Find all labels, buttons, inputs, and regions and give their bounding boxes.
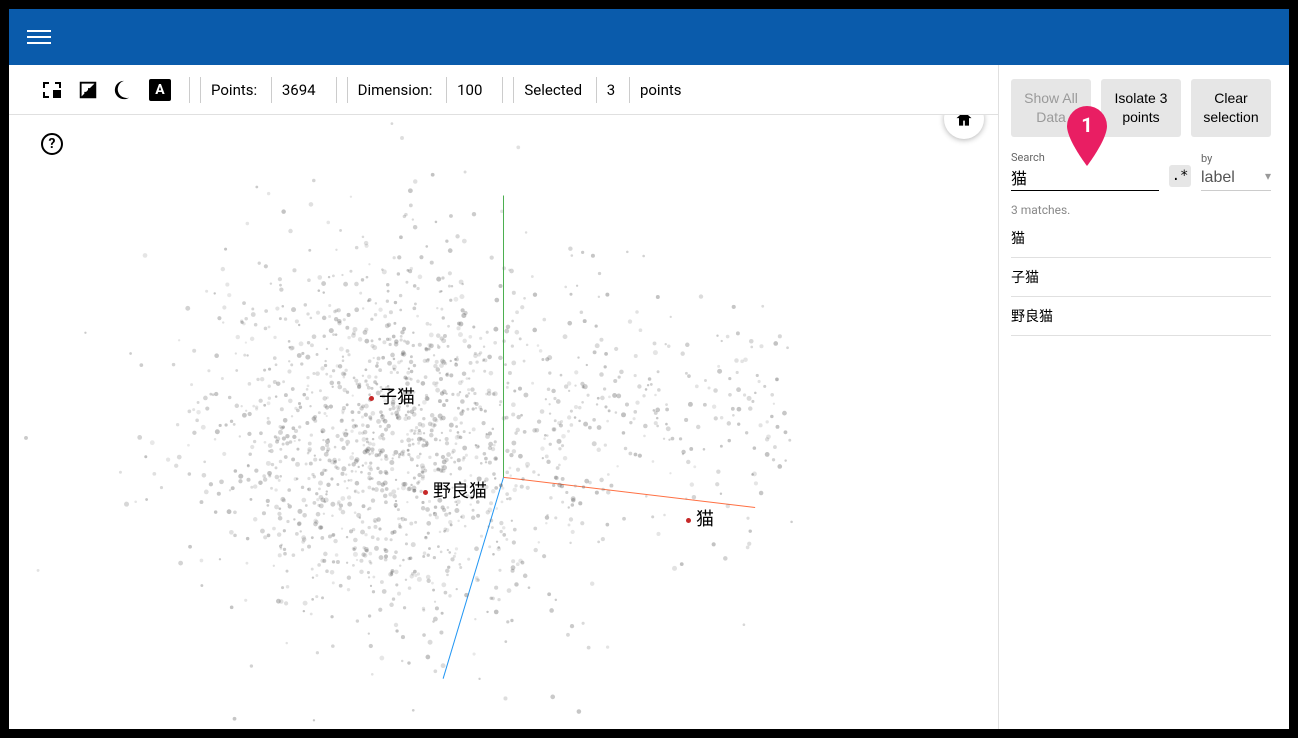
search-result-item[interactable]: 子猫 xyxy=(1011,258,1271,297)
menu-icon[interactable] xyxy=(27,25,51,49)
isolate-points-button[interactable]: Isolate 3 points xyxy=(1101,79,1181,137)
regex-toggle[interactable]: .* xyxy=(1169,165,1191,187)
search-result-item[interactable]: 野良猫 xyxy=(1011,297,1271,336)
selection-stat: Selected 3 points xyxy=(502,77,701,103)
point-label: 野良猫 xyxy=(433,477,487,503)
point-label: 子猫 xyxy=(379,383,415,409)
points-stat: Points: 3694 xyxy=(189,77,336,103)
night-mode-icon[interactable] xyxy=(113,79,135,101)
select-rect-icon[interactable] xyxy=(41,79,63,101)
app-header xyxy=(9,9,1289,65)
side-panel: Show All Data Isolate 3 points Clear sel… xyxy=(999,65,1289,729)
matches-count: 3 matches. xyxy=(1011,203,1271,217)
show-all-data-button[interactable]: Show All Data xyxy=(1011,79,1091,137)
search-by-label: by xyxy=(1201,152,1271,165)
exposure-icon[interactable] xyxy=(77,79,99,101)
point-label: 猫 xyxy=(696,505,714,531)
dimension-stat: Dimension: 100 xyxy=(336,77,503,103)
search-result-item[interactable]: 猫 xyxy=(1011,219,1271,258)
search-input[interactable] xyxy=(1011,164,1159,191)
labels-toggle-icon[interactable]: A xyxy=(149,79,171,101)
search-label: Search xyxy=(1011,151,1159,164)
search-by-select[interactable]: label xyxy=(1201,165,1271,191)
projection-canvas[interactable]: ? 子猫 野良猫 猫 xyxy=(9,115,998,729)
clear-selection-button[interactable]: Clear selection xyxy=(1191,79,1271,137)
viz-toolbar: A Points: 3694 Dimension: 100 Selected 3… xyxy=(9,65,998,115)
